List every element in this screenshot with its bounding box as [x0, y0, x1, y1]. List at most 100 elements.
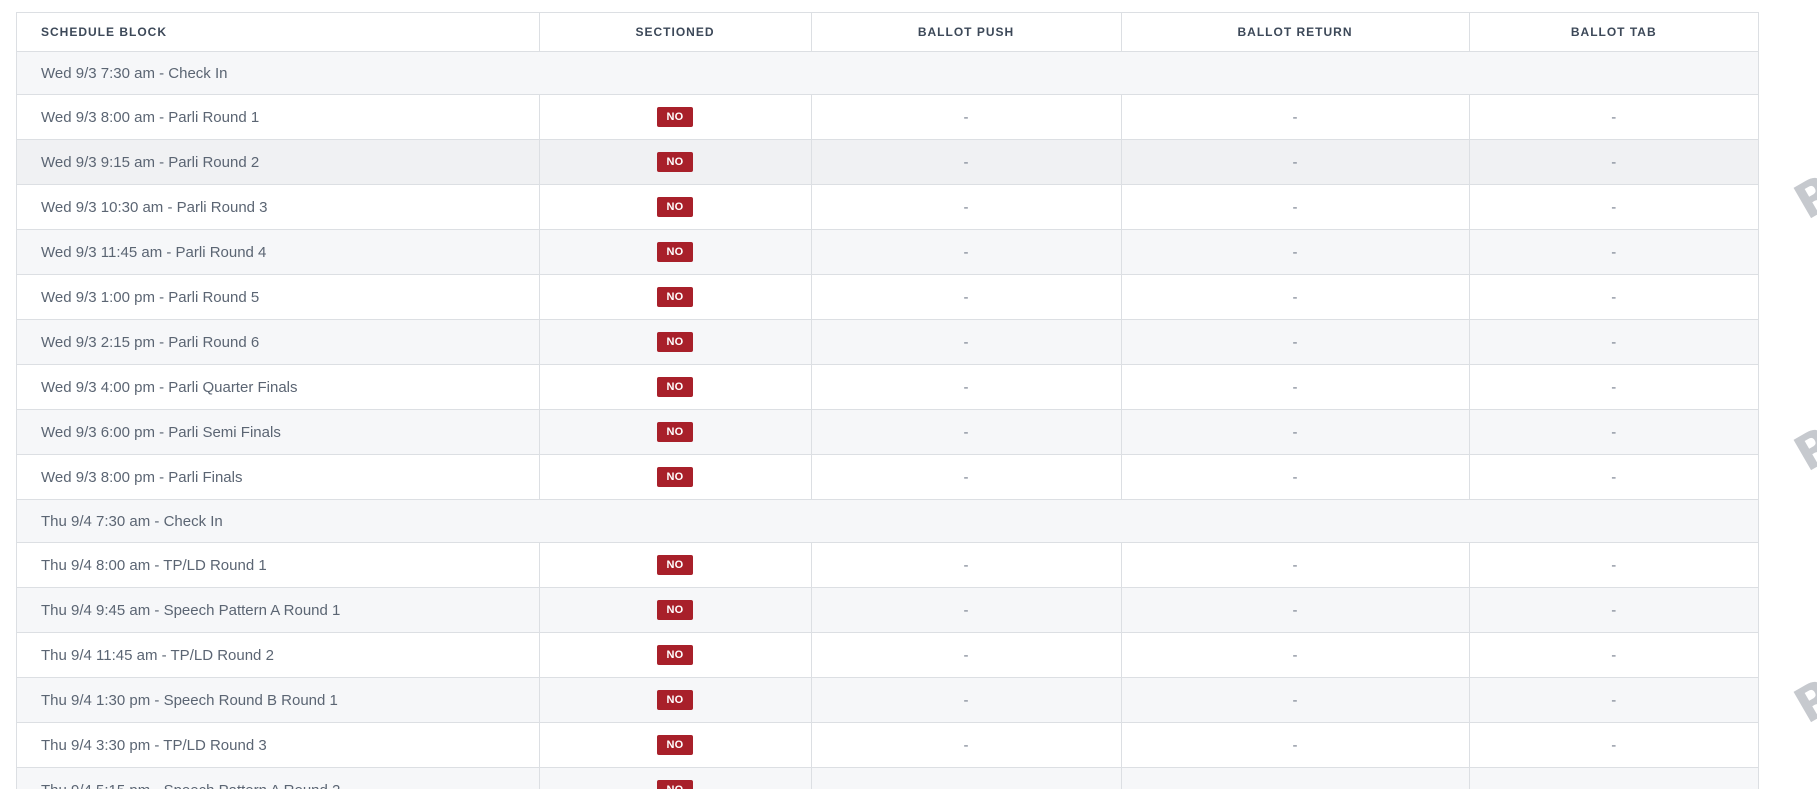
ballot-return-cell: - [1121, 229, 1470, 275]
sectioned-cell: NO [539, 184, 812, 230]
sectioned-status-badge: NO [657, 467, 693, 487]
ballot-push-cell: - [811, 409, 1122, 455]
ballot-tab-cell: - [1469, 767, 1758, 789]
table-row[interactable]: Wed 9/3 6:00 pm - Parli Semi Finals NO - - - [17, 409, 1758, 455]
sectioned-status-badge: NO [657, 332, 693, 352]
table-row[interactable]: Wed 9/3 9:15 am - Parli Round 2 NO - - - [17, 139, 1758, 185]
ballot-push-cell: - [811, 139, 1122, 185]
schedule-table-container: SCHEDULE BLOCK SECTIONED BALLOT PUSH BAL… [16, 12, 1759, 789]
sectioned-cell: NO [539, 542, 812, 588]
sectioned-cell: NO [539, 454, 812, 500]
round-name: Wed 9/3 9:15 am - Parli Round 2 [17, 139, 540, 185]
ballot-tab-cell: - [1469, 542, 1758, 588]
ballot-return-cell: - [1121, 722, 1470, 768]
table-row[interactable]: Wed 9/3 4:00 pm - Parli Quarter Finals NO… [17, 364, 1758, 410]
table-row[interactable]: Wed 9/3 8:00 am - Parli Round 1 NO - - - [17, 94, 1758, 140]
table-row[interactable]: Thu 9/4 1:30 pm - Speech Round B Round 1… [17, 677, 1758, 723]
ballot-push-cell: - [811, 722, 1122, 768]
sectioned-cell: NO [539, 364, 812, 410]
sectioned-cell: NO [539, 319, 812, 365]
schedule-block-name: Thu 9/4 7:30 am - Check In [17, 499, 1758, 543]
ballot-push-cell: - [811, 767, 1122, 789]
ballot-push-cell: - [811, 319, 1122, 365]
ballot-return-cell: - [1121, 767, 1470, 789]
column-header-sectioned[interactable]: SECTIONED [539, 13, 812, 52]
table-row[interactable]: Wed 9/3 1:00 pm - Parli Round 5 NO - - - [17, 274, 1758, 320]
ballot-return-cell: - [1121, 587, 1470, 633]
ballot-tab-cell: - [1469, 274, 1758, 320]
ballot-tab-cell: - [1469, 454, 1758, 500]
sectioned-cell: NO [539, 139, 812, 185]
ballot-tab-cell: - [1469, 184, 1758, 230]
ballot-return-cell: - [1121, 319, 1470, 365]
table-row[interactable]: Thu 9/4 8:00 am - TP/LD Round 1 NO - - - [17, 542, 1758, 588]
table-row[interactable]: Thu 9/4 11:45 am - TP/LD Round 2 NO - - - [17, 632, 1758, 678]
sectioned-status-badge: NO [657, 690, 693, 710]
table-body: Wed 9/3 7:30 am - Check In Wed 9/3 8:00 a… [17, 51, 1758, 789]
ballot-return-cell: - [1121, 139, 1470, 185]
schedule-page: SCHEDULE BLOCK SECTIONED BALLOT PUSH BAL… [0, 0, 1817, 789]
ballot-push-cell: - [811, 364, 1122, 410]
sectioned-status-badge: NO [657, 422, 693, 442]
ballot-push-cell: - [811, 454, 1122, 500]
table-header: SCHEDULE BLOCK SECTIONED BALLOT PUSH BAL… [17, 13, 1758, 52]
round-name: Thu 9/4 1:30 pm - Speech Round B Round 1 [17, 677, 540, 723]
ballot-push-cell: - [811, 94, 1122, 140]
table-row[interactable]: Wed 9/3 11:45 am - Parli Round 4 NO - - - [17, 229, 1758, 275]
table-row[interactable]: Thu 9/4 9:45 am - Speech Pattern A Round… [17, 587, 1758, 633]
table-row[interactable]: Thu 9/4 3:30 pm - TP/LD Round 3 NO - - - [17, 722, 1758, 768]
column-header-ballot-tab[interactable]: BALLOT TAB [1469, 13, 1758, 52]
sectioned-status-badge: NO [657, 287, 693, 307]
edge-watermark-glyph: R [1785, 163, 1817, 231]
ballot-return-cell: - [1121, 632, 1470, 678]
ballot-push-cell: - [811, 274, 1122, 320]
sectioned-cell: NO [539, 722, 812, 768]
ballot-return-cell: - [1121, 364, 1470, 410]
round-name: Wed 9/3 1:00 pm - Parli Round 5 [17, 274, 540, 320]
ballot-return-cell: - [1121, 184, 1470, 230]
ballot-tab-cell: - [1469, 319, 1758, 365]
ballot-return-cell: - [1121, 542, 1470, 588]
ballot-tab-cell: - [1469, 677, 1758, 723]
ballot-tab-cell: - [1469, 409, 1758, 455]
header-row: SCHEDULE BLOCK SECTIONED BALLOT PUSH BAL… [17, 13, 1758, 52]
sectioned-cell: NO [539, 274, 812, 320]
ballot-tab-cell: - [1469, 139, 1758, 185]
table-row[interactable]: Thu 9/4 5:15 pm - Speech Pattern A Round… [17, 767, 1758, 789]
sectioned-cell: NO [539, 632, 812, 678]
ballot-return-cell: - [1121, 409, 1470, 455]
round-name: Wed 9/3 8:00 pm - Parli Finals [17, 454, 540, 500]
schedule-block-row[interactable]: Wed 9/3 7:30 am - Check In [17, 51, 1758, 95]
ballot-tab-cell: - [1469, 364, 1758, 410]
column-header-ballot-return[interactable]: BALLOT RETURN [1121, 13, 1470, 52]
ballot-return-cell: - [1121, 677, 1470, 723]
sectioned-status-badge: NO [657, 377, 693, 397]
ballot-tab-cell: - [1469, 722, 1758, 768]
edge-watermark-glyph: R [1785, 667, 1817, 735]
schedule-block-row[interactable]: Thu 9/4 7:30 am - Check In [17, 499, 1758, 543]
round-name: Wed 9/3 10:30 am - Parli Round 3 [17, 184, 540, 230]
ballot-push-cell: - [811, 542, 1122, 588]
round-name: Wed 9/3 2:15 pm - Parli Round 6 [17, 319, 540, 365]
ballot-push-cell: - [811, 587, 1122, 633]
column-header-ballot-push[interactable]: BALLOT PUSH [811, 13, 1122, 52]
ballot-tab-cell: - [1469, 94, 1758, 140]
ballot-return-cell: - [1121, 274, 1470, 320]
table-row[interactable]: Wed 9/3 10:30 am - Parli Round 3 NO - - - [17, 184, 1758, 230]
sectioned-cell: NO [539, 587, 812, 633]
round-name: Wed 9/3 11:45 am - Parli Round 4 [17, 229, 540, 275]
column-header-schedule-block[interactable]: SCHEDULE BLOCK [17, 13, 540, 52]
ballot-tab-cell: - [1469, 632, 1758, 678]
sectioned-status-badge: NO [657, 107, 693, 127]
round-name: Thu 9/4 11:45 am - TP/LD Round 2 [17, 632, 540, 678]
sectioned-cell: NO [539, 94, 812, 140]
ballot-push-cell: - [811, 632, 1122, 678]
sectioned-status-badge: NO [657, 645, 693, 665]
sectioned-status-badge: NO [657, 600, 693, 620]
table-row[interactable]: Wed 9/3 8:00 pm - Parli Finals NO - - - [17, 454, 1758, 500]
sectioned-cell: NO [539, 229, 812, 275]
table-row[interactable]: Wed 9/3 2:15 pm - Parli Round 6 NO - - - [17, 319, 1758, 365]
round-name: Thu 9/4 9:45 am - Speech Pattern A Round… [17, 587, 540, 633]
sectioned-status-badge: NO [657, 555, 693, 575]
round-name: Thu 9/4 3:30 pm - TP/LD Round 3 [17, 722, 540, 768]
